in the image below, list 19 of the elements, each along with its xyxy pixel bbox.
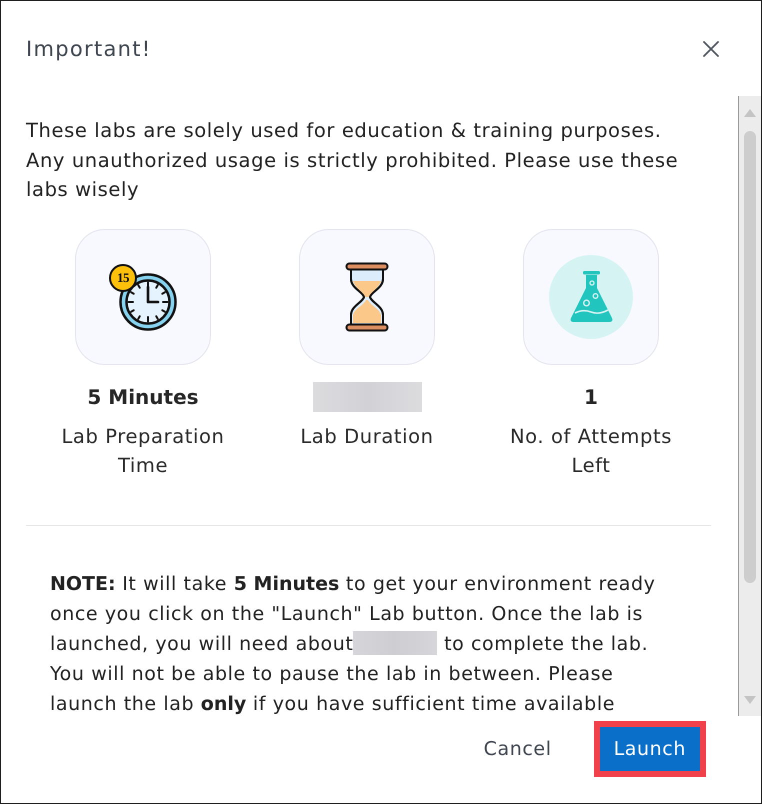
clock-icon bbox=[118, 272, 178, 332]
stat-label: Lab Preparation Time bbox=[60, 424, 226, 478]
note-text: NOTE: It will take 5 Minutes to get your environment ready once you click on the "Launch" Lab button. Once the lab is launched, you will need about to complete the lab. You will not be able to pause the lab in between. Please launch the lab only if you have sufficient time available bbox=[50, 572, 657, 716]
intro-text: These labs are solely used for education & training purposes. Any unauthorized usage is strictly prohibited. Please use these labs wisely bbox=[26, 118, 680, 203]
timer-badge: 15 bbox=[109, 264, 137, 292]
scroll-up-icon[interactable] bbox=[744, 109, 756, 117]
scrollbar-thumb[interactable] bbox=[744, 131, 756, 583]
scroll-down-icon[interactable] bbox=[744, 696, 756, 704]
hourglass-icon bbox=[345, 262, 389, 332]
stat-value: 1 bbox=[584, 384, 598, 410]
stat-label: No. of Attempts Left bbox=[508, 424, 674, 478]
stat-value: 5 Minutes bbox=[87, 384, 199, 410]
flask-icon bbox=[549, 254, 633, 338]
stat-label: Lab Duration bbox=[299, 424, 435, 450]
scrollbar-track[interactable] bbox=[738, 96, 761, 716]
close-icon[interactable] bbox=[701, 38, 721, 58]
launch-button[interactable]: Launch bbox=[594, 721, 706, 777]
dialog-title: Important! bbox=[26, 36, 152, 60]
cancel-button[interactable]: Cancel bbox=[480, 727, 556, 771]
